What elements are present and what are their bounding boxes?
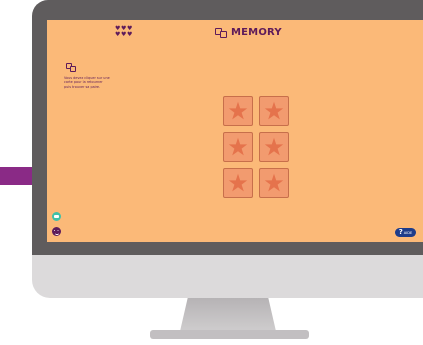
lives-indicator: ♥♥♥ ♥♥♥	[110, 26, 138, 40]
star-icon	[264, 173, 284, 192]
cards-icon	[66, 63, 78, 73]
monitor-base	[150, 330, 309, 339]
memory-card[interactable]	[223, 96, 253, 126]
monitor-illustration: ♥♥♥ ♥♥♥ MEMORY Vous devez cliquer sur un…	[32, 0, 423, 298]
profile-button[interactable]	[52, 227, 61, 236]
memory-card[interactable]	[259, 132, 289, 162]
instructions-text: Vous devez cliquer sur une carte pour la…	[64, 76, 110, 89]
heart-icon: ♥	[127, 31, 133, 38]
memory-card[interactable]	[259, 96, 289, 126]
monitor-chin	[32, 255, 423, 298]
star-icon	[228, 101, 248, 120]
game-screen: ♥♥♥ ♥♥♥ MEMORY Vous devez cliquer sur un…	[47, 20, 423, 242]
memory-card[interactable]	[223, 168, 253, 198]
help-button-label: AIDE	[403, 230, 413, 235]
star-icon	[228, 173, 248, 192]
question-icon: ?	[398, 228, 403, 236]
monitor-stand	[179, 298, 277, 332]
star-icon	[264, 101, 284, 120]
star-icon	[228, 137, 248, 156]
instructions-panel: Vous devez cliquer sur une carte pour la…	[64, 63, 110, 89]
cards-icon	[215, 27, 229, 38]
star-icon	[264, 137, 284, 156]
game-title: MEMORY	[215, 27, 282, 38]
chat-button[interactable]	[52, 212, 61, 221]
card-grid	[223, 96, 291, 198]
help-button[interactable]: ? AIDE	[395, 228, 416, 237]
game-title-text: MEMORY	[231, 27, 282, 38]
memory-card[interactable]	[223, 132, 253, 162]
memory-card[interactable]	[259, 168, 289, 198]
